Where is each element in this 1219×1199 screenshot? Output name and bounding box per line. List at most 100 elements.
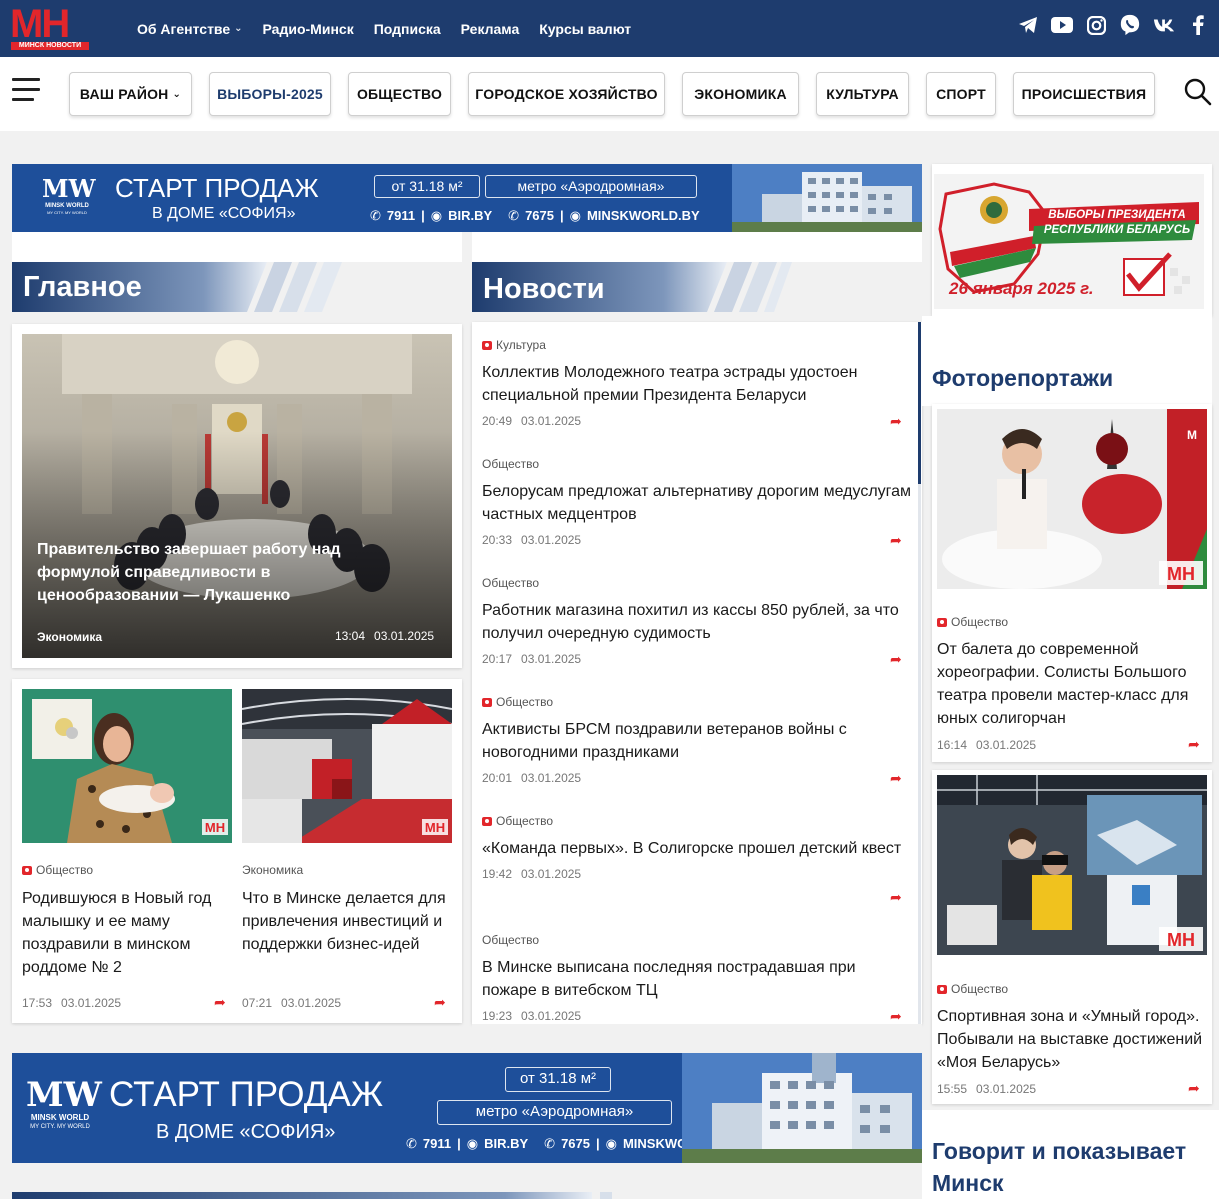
- share-icon[interactable]: ➦: [890, 413, 902, 430]
- section-sport[interactable]: СПОРТ: [926, 72, 996, 116]
- section-economy[interactable]: ЭКОНОМИКА: [682, 72, 799, 116]
- news-column-top: [472, 232, 922, 262]
- search-icon[interactable]: [1184, 78, 1212, 106]
- ad-banner-top[interactable]: MW MINSK WORLD MY CITY. MY WORLD СТАРТ П…: [12, 164, 922, 232]
- section-city-economy[interactable]: ГОРОДСКОЕ ХОЗЯЙСТВО: [468, 72, 665, 116]
- banner-metro: метро «Аэродромная»: [437, 1100, 672, 1125]
- photoreport-title[interactable]: От балета до современной хореографии. Со…: [937, 638, 1209, 730]
- share-icon[interactable]: ➦: [890, 1008, 902, 1025]
- news-item-time: 20:01: [482, 771, 513, 785]
- news-item-title[interactable]: Коллектив Молодежного театра эстрады удо…: [482, 361, 912, 407]
- news-item-title[interactable]: Работник магазина похитил из кассы 850 р…: [482, 599, 912, 645]
- section-culture[interactable]: КУЛЬТУРА: [816, 72, 909, 116]
- section-incidents-label: ПРОИСШЕСТВИЯ: [1021, 86, 1147, 102]
- nav-subscription-label: Подписка: [373, 21, 441, 37]
- facebook-icon[interactable]: [1187, 14, 1209, 36]
- nav-radio-minsk[interactable]: Радио-Минск: [263, 19, 354, 39]
- news-item[interactable]: Общество Белорусам предложат альтернативу…: [482, 457, 912, 549]
- lead-story-time: 13:04: [335, 629, 366, 643]
- menu-icon[interactable]: [12, 78, 40, 104]
- share-icon[interactable]: ➦: [1188, 1080, 1200, 1097]
- card-category[interactable]: Общество: [22, 863, 93, 877]
- section-elections-2025[interactable]: ВЫБОРЫ-2025: [209, 72, 331, 116]
- share-icon[interactable]: ➦: [890, 770, 902, 787]
- banner-title: СТАРТ ПРОДАЖ: [115, 173, 319, 203]
- card-category-label: Общество: [36, 863, 94, 877]
- news-item-title[interactable]: Белорусам предложат альтернативу дорогим…: [482, 480, 912, 526]
- nav-currency-rates[interactable]: Курсы валют: [539, 19, 631, 39]
- camera-icon: [482, 340, 492, 350]
- section-society[interactable]: ОБЩЕСТВО: [348, 72, 451, 116]
- news-item-category[interactable]: Культура: [482, 338, 912, 352]
- vk-icon[interactable]: [1153, 14, 1175, 36]
- camera-icon: [937, 617, 947, 627]
- share-icon[interactable]: ➦: [890, 651, 902, 668]
- camera-icon: [22, 865, 32, 875]
- lead-story-title[interactable]: Правительство завершает работу над форму…: [37, 538, 377, 607]
- card-meta: 17:53 03.01.2025: [22, 996, 121, 1010]
- news-item-category[interactable]: Общество: [482, 933, 912, 947]
- youtube-icon[interactable]: [1051, 14, 1073, 36]
- section-your-district[interactable]: ВАШ РАЙОН ⌄: [69, 72, 192, 116]
- news-item-category-label: Общество: [496, 695, 554, 709]
- card-photo-exhibition[interactable]: MH: [242, 689, 452, 843]
- photoreport-meta: 15:55 03.01.2025: [937, 1082, 1036, 1096]
- section-economy-label: ЭКОНОМИКА: [694, 86, 787, 102]
- nav-advertising[interactable]: Реклама: [461, 19, 520, 39]
- news-item-meta: 19:23 03.01.2025: [482, 1009, 912, 1023]
- elections-widget[interactable]: ВЫБОРЫ ПРЕЗИДЕНТА РЕСПУБЛИКИ БЕЛАРУСЬ 26…: [932, 164, 1212, 316]
- news-item-category[interactable]: Общество: [482, 814, 912, 828]
- news-item-category[interactable]: Общество: [482, 695, 912, 709]
- photoreport-category[interactable]: Общество: [937, 615, 1008, 629]
- news-item[interactable]: Общество Работник магазина похитил из кас…: [482, 576, 912, 668]
- card-title[interactable]: Родившуюся в Новый год малышку и ее маму…: [22, 887, 232, 979]
- news-item-title[interactable]: В Минске выписана последняя пострадавшая…: [482, 956, 912, 1002]
- ad-banner-bottom[interactable]: MW MINSK WORLD MY CITY. MY WORLD СТАРТ П…: [12, 1053, 922, 1163]
- section-incidents[interactable]: ПРОИСШЕСТВИЯ: [1013, 72, 1155, 116]
- news-item-date: 03.01.2025: [521, 867, 582, 881]
- photoreport-time: 16:14: [937, 738, 968, 752]
- nav-subscription[interactable]: Подписка: [374, 19, 441, 39]
- news-item-category[interactable]: Общество: [482, 457, 912, 471]
- lead-story-category[interactable]: Экономика: [37, 630, 102, 644]
- share-icon[interactable]: ➦: [890, 532, 902, 549]
- card-category[interactable]: Экономика: [242, 863, 303, 877]
- site-logo[interactable]: МН МИНСК НОВОСТИ: [10, 4, 90, 50]
- globe-icon: ◉: [605, 1136, 617, 1151]
- photoreport-category[interactable]: Общество: [937, 982, 1008, 996]
- news-item-category[interactable]: Общество: [482, 576, 912, 590]
- top-nav: Об Агентстве ⌄ Радио-Минск Подписка Рекла…: [137, 19, 631, 39]
- instagram-icon[interactable]: [1085, 14, 1107, 36]
- share-icon[interactable]: ➦: [214, 994, 226, 1011]
- photoreport-photo-ballet[interactable]: M MH: [937, 409, 1207, 589]
- share-icon[interactable]: ➦: [1188, 736, 1200, 753]
- news-item-title[interactable]: Активисты БРСМ поздравили ветеранов войн…: [482, 718, 912, 764]
- svg-text:MH: MH: [425, 820, 445, 835]
- news-item[interactable]: Общество В Минске выписана последняя пост…: [482, 933, 912, 1025]
- photoreport-photo-expo[interactable]: MH: [937, 775, 1207, 955]
- nav-about[interactable]: Об Агентстве ⌄: [137, 19, 243, 39]
- news-item[interactable]: Культура Коллектив Молодежного театра эст…: [482, 338, 912, 430]
- viber-icon[interactable]: [1119, 14, 1141, 36]
- news-item-category-label: Общество: [482, 576, 540, 590]
- news-item[interactable]: Общество «Команда первых». В Солигорске п…: [482, 814, 912, 905]
- elections-title-line2: РЕСПУБЛИКИ БЕЛАРУСЬ: [1043, 224, 1191, 236]
- banner-price: от 31.18 м²: [374, 175, 480, 198]
- news-item-date: 03.01.2025: [521, 533, 582, 547]
- next-section-heading-stripe: [12, 1192, 612, 1199]
- news-item-title[interactable]: «Команда первых». В Солигорске прошел де…: [482, 837, 912, 860]
- nav-radio-label: Радио-Минск: [262, 21, 354, 37]
- news-item-category-label: Общество: [482, 457, 540, 471]
- share-icon[interactable]: ➦: [890, 889, 902, 906]
- lead-story-card[interactable]: Правительство завершает работу над форму…: [12, 324, 462, 668]
- card-photo-newborn[interactable]: MH: [22, 689, 232, 843]
- share-icon[interactable]: ➦: [434, 994, 446, 1011]
- news-item-date: 03.01.2025: [521, 414, 582, 428]
- news-scrollbar[interactable]: [918, 322, 921, 484]
- card-title[interactable]: Что в Минске делается для привлечения ин…: [242, 887, 452, 956]
- telegram-icon[interactable]: [1017, 14, 1039, 36]
- lead-story-photo: [22, 334, 452, 658]
- news-item[interactable]: Общество Активисты БРСМ поздравили ветера…: [482, 695, 912, 787]
- photoreport-title[interactable]: Спортивная зона и «Умный город». Побывал…: [937, 1005, 1209, 1074]
- main-heading-title: Главное: [23, 271, 142, 303]
